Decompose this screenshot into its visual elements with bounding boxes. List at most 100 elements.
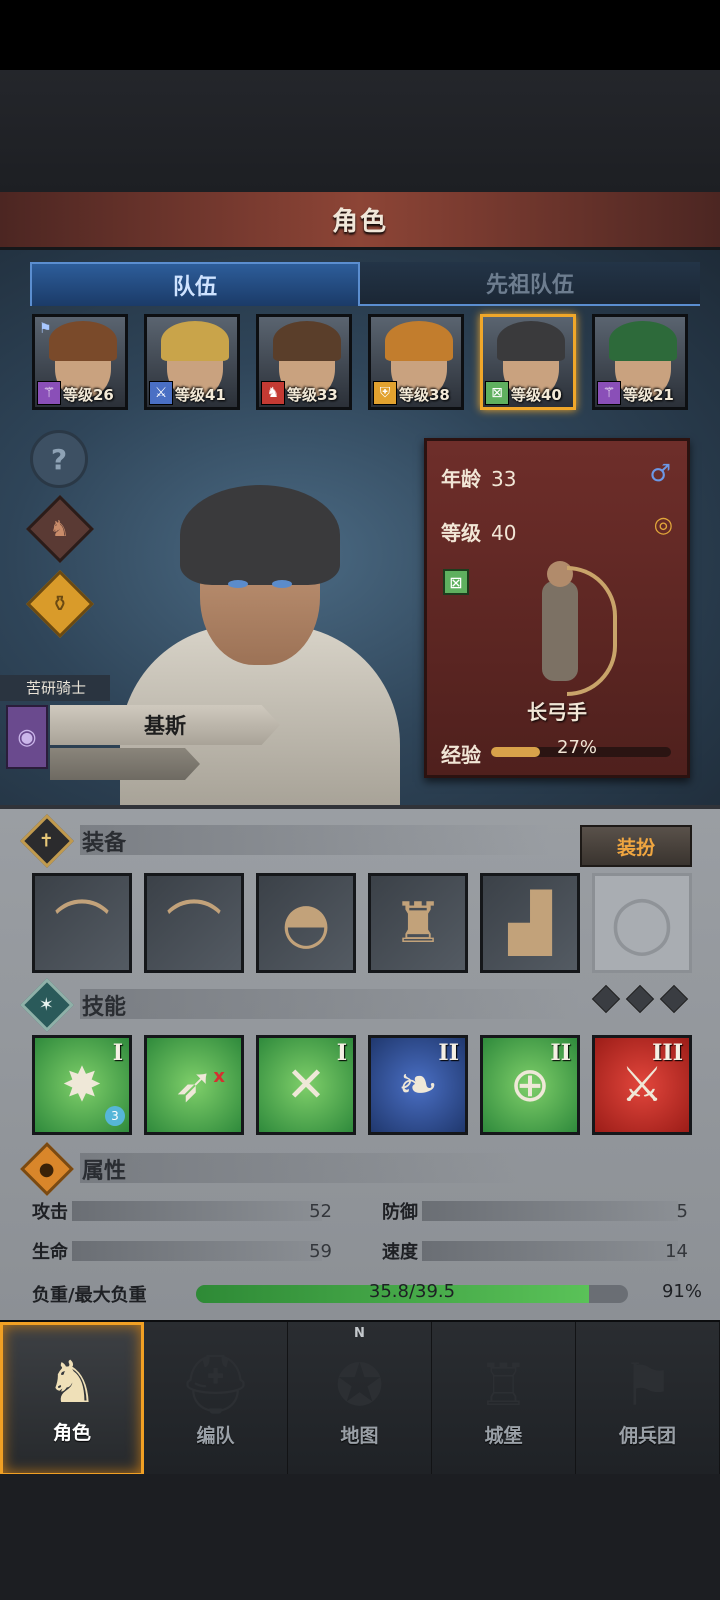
top-spacer [0,70,720,192]
sword-icon: ⚔ [149,381,173,405]
defense-row: 防御 5 [382,1197,688,1225]
hp-label: 生命 [32,1242,68,1263]
nav-compass[interactable]: N ✪ 地图 [288,1322,432,1476]
party-member-2[interactable]: ⚔ 等级41 [144,314,240,410]
attack-row: 攻击 52 [32,1197,332,1225]
skill-slot-1[interactable]: ✸ I 3 [32,1035,132,1135]
equip-slot-longbow[interactable]: ⌒ [32,873,132,973]
equip-slot-tunic[interactable]: ♜ [368,873,468,973]
bow-icon: ⌒ [166,895,222,961]
archer-bow [567,566,617,696]
disabled-x-icon: x [213,1066,225,1087]
member-hair [385,321,453,361]
character-title: 苦研骑士 [0,675,110,701]
skills-header-line [80,989,580,1019]
archer-figure [507,561,617,701]
load-percent: 91% [661,1281,702,1302]
party-member-6[interactable]: ⚚ 等级21 [592,314,688,410]
banner-icon: ⚑ [621,1351,674,1419]
equip-slot-ring[interactable]: ◯ [592,873,692,973]
skill-slot-3[interactable]: ✕ I [256,1035,356,1135]
member-hair [49,321,117,361]
skill-rank: I [112,1040,123,1066]
party-member-5[interactable]: ⊠ 等级40 [480,314,576,410]
status-bar [0,0,720,70]
attributes-header: ● 属性 [20,1142,127,1196]
page-title: 角色 [331,207,388,237]
skill-gem-icon [591,984,621,1014]
knight-info-icon[interactable]: ♞ [26,495,94,563]
hp-value: 59 [309,1240,332,1262]
boots-icon: ▟ [508,890,552,956]
speed-label: 速度 [382,1242,418,1263]
age-label: 年龄 [441,467,481,491]
horse-icon: ♞ [261,381,285,405]
bottom-nav: ♞ 角色 ⛑ 编队 N ✪ 地图 ♖ 城堡 ⚑ 佣兵团 [0,1320,720,1476]
attack-label: 攻击 [32,1202,68,1223]
load-label: 负重/最大负重 [32,1285,147,1306]
party-member-1[interactable]: ⚑ ⚚ 等级26 [32,314,128,410]
party-member-4[interactable]: ⛨ 等级38 [368,314,464,410]
equip-slot-hood[interactable]: ◓ [256,873,356,973]
knight-icon: ♞ [46,1348,98,1416]
skill-slot-2[interactable]: ➶ x [144,1035,244,1135]
skill-rank: I [336,1040,347,1066]
potion-icon[interactable]: ⚱ [26,570,94,638]
defense-value: 5 [676,1200,688,1222]
skills-title: 技能 [82,995,127,1020]
party-portraits: ⚑ ⚚ 等级26 ⚔ 等级41 ♞ 等级33 ⛨ 等级38 ⊠ 等级40 ⚚ 等级21 [32,314,688,410]
tab-team[interactable]: 队伍 [30,262,360,306]
nav-knight[interactable]: ♞ 角色 [0,1322,144,1476]
hood-icon: ◓ [281,890,331,956]
party-member-3[interactable]: ♞ 等级33 [256,314,352,410]
nav-label: 编队 [196,1425,235,1447]
defense-label: 防御 [382,1202,418,1223]
character-scene: 队伍 先祖队伍 ⚑ ⚚ 等级26 ⚔ 等级41 ♞ 等级33 ⛨ 等级38 ⊠ 等级40 ⚚ 等级21 … [0,250,720,805]
skill-slots: ✸ I 3 ➶ x ✕ I ❧ II ⊕ II ⚔ III [32,1035,692,1135]
member-hair [497,321,565,361]
bottom-spacer [0,1474,720,1600]
shield-icon: ⛨ [373,381,397,405]
speed-bar [422,1241,678,1261]
compass-north-label: N [354,1326,365,1341]
exp-label: 经验 [441,743,481,767]
attributes-title: 属性 [82,1159,127,1184]
tunic-icon: ♜ [392,890,444,956]
nav-castle[interactable]: ♖ 城堡 [432,1322,576,1476]
skill-slot-4[interactable]: ❧ II [368,1035,468,1135]
level-row: 等级 40 [441,517,516,546]
faction-emblem-icon: ◉ [6,705,48,769]
skill-rank: II [550,1040,571,1066]
tab-ancestor-team[interactable]: 先祖队伍 [360,262,700,306]
skill-rank: II [438,1040,459,1066]
info-panel: 年龄 33 ♂ 等级 40 ◎ ⊠ 长弓手 经验 27% [424,438,690,778]
title-bar: 角色 [0,192,720,250]
nav-label: 城堡 [484,1425,523,1447]
nav-label: 角色 [52,1422,91,1444]
help-icon[interactable]: ? [30,430,88,488]
level-value: 40 [491,521,517,545]
skill-rank: III [652,1040,683,1066]
equipment-slots: ⌒ ⌒ ◓ ♜ ▟ ◯ [32,873,692,973]
skill-points [591,984,689,1014]
skill-slot-6[interactable]: ⚔ III [592,1035,692,1135]
member-level: 等级26 [63,386,114,404]
nav-banner[interactable]: ⚑ 佣兵团 [576,1322,720,1476]
hp-row: 生命 59 [32,1237,332,1265]
bow-icon: ⌒ [54,895,110,961]
hero-eye-right [272,580,292,588]
nav-label: 地图 [340,1425,379,1447]
skills-header: ✶ 技能 [20,978,127,1032]
equip-slot-boots[interactable]: ▟ [480,873,580,973]
compass-icon: ✪ [335,1351,384,1419]
nav-helmet[interactable]: ⛑ 编队 [144,1322,288,1476]
character-name[interactable]: 基斯 [50,705,280,745]
dress-up-button[interactable]: 装扮 [580,825,692,867]
attack-bar [72,1201,322,1221]
equip-slot-longbow-2[interactable]: ⌒ [144,873,244,973]
load-row: 负重/最大负重 35.8/39.5 91% [32,1279,702,1309]
skill-slot-5[interactable]: ⊕ II [480,1035,580,1135]
ring-icon[interactable]: ◎ [654,513,673,538]
arrows-icon: ⊠ [485,381,509,405]
helmet-icon: ⛑ [178,1350,253,1418]
